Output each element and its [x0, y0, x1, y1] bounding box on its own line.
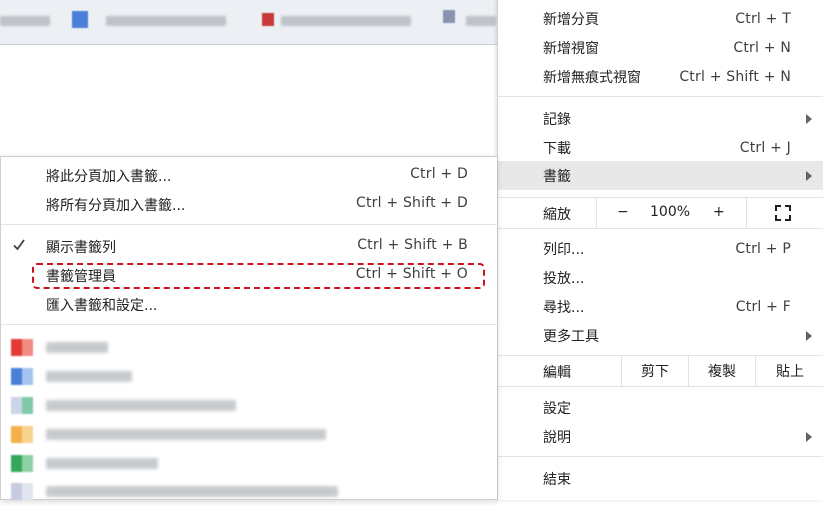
list-item[interactable] [1, 420, 498, 449]
check-icon [13, 239, 25, 251]
blurred-bookmark[interactable] [0, 16, 50, 26]
menu-divider [498, 96, 823, 97]
bookmarks-submenu: 將此分頁加入書籤... Ctrl + D 將所有分頁加入書籤... Ctrl +… [0, 156, 498, 500]
bookmark-all-tabs-item[interactable]: 將所有分頁加入書籤... Ctrl + Shift + D [1, 190, 498, 219]
zoom-out-button[interactable]: − [617, 204, 629, 220]
blurred-bookmark-title [46, 371, 132, 382]
menu-divider [498, 228, 823, 229]
zoom-controls: − 100% + [596, 198, 747, 228]
find-item[interactable]: 尋找... Ctrl + F [498, 292, 823, 321]
new-incognito-window-item[interactable]: 新增無痕式視窗 Ctrl + Shift + N [498, 62, 823, 91]
print-item[interactable]: 列印... Ctrl + P [498, 234, 823, 263]
bookmark-this-tab-item[interactable]: 將此分頁加入書籤... Ctrl + D [1, 161, 498, 190]
exit-item[interactable]: 結束 [498, 464, 823, 493]
paste-button[interactable]: 貼上 [755, 356, 823, 386]
list-item[interactable] [1, 391, 498, 420]
submenu-arrow-icon [806, 431, 812, 442]
new-tab-item[interactable]: 新增分頁 Ctrl + T [498, 4, 823, 33]
blurred-bookmark-title [46, 429, 326, 440]
annotation-highlight-box [32, 263, 485, 289]
chrome-main-menu: 新增分頁 Ctrl + T 新增視窗 Ctrl + N 新增無痕式視窗 Ctrl… [497, 0, 823, 500]
import-bookmarks-item[interactable]: 匯入書籤和設定... [1, 290, 498, 319]
blurred-bookmark-title [46, 486, 338, 497]
settings-item[interactable]: 設定 [498, 393, 823, 422]
bookmark-favicon-icon [443, 10, 455, 23]
list-item[interactable] [1, 333, 498, 362]
blurred-bookmark[interactable] [281, 16, 411, 26]
more-tools-item[interactable]: 更多工具 [498, 321, 823, 350]
submenu-arrow-icon [806, 170, 812, 181]
blurred-bookmark-title [46, 342, 108, 353]
menu-divider [498, 456, 823, 457]
bookmark-favicon-icon [11, 483, 33, 500]
bookmark-favicon-icon [11, 339, 33, 356]
blurred-bookmark[interactable] [106, 16, 226, 26]
bookmark-favicon-icon [11, 397, 33, 414]
bookmark-favicon-icon [262, 13, 274, 26]
edit-row: 編輯 剪下 複製 貼上 [498, 356, 823, 386]
blurred-bookmark-title [46, 400, 236, 411]
show-bookmarks-bar-item[interactable]: 顯示書籤列 Ctrl + Shift + B [1, 232, 498, 261]
cast-item[interactable]: 投放... [498, 263, 823, 292]
zoom-row: 縮放 − 100% + [498, 198, 823, 228]
bookmarks-item[interactable]: 書籤 [498, 161, 823, 190]
menu-divider [1, 324, 498, 325]
fullscreen-icon[interactable] [775, 205, 791, 221]
new-window-item[interactable]: 新增視窗 Ctrl + N [498, 33, 823, 62]
blurred-bookmark[interactable] [466, 16, 496, 26]
list-item[interactable] [1, 449, 498, 478]
submenu-arrow-icon [806, 113, 812, 124]
list-item[interactable] [1, 477, 498, 506]
cut-button[interactable]: 剪下 [621, 356, 688, 386]
list-item[interactable] [1, 362, 498, 391]
submenu-arrow-icon [806, 330, 812, 341]
menu-divider [1, 224, 498, 225]
zoom-level: 100% [650, 204, 691, 220]
history-item[interactable]: 記錄 [498, 104, 823, 133]
bookmark-favicon-icon [11, 368, 33, 385]
blurred-bookmark-title [46, 458, 158, 469]
bookmark-favicon-icon [11, 455, 33, 472]
help-item[interactable]: 說明 [498, 422, 823, 451]
copy-button[interactable]: 複製 [688, 356, 755, 386]
bookmark-favicon-icon [72, 11, 88, 28]
zoom-in-button[interactable]: + [713, 204, 725, 220]
bookmark-favicon-icon [11, 426, 33, 443]
downloads-item[interactable]: 下載 Ctrl + J [498, 133, 823, 162]
menu-divider [498, 386, 823, 387]
